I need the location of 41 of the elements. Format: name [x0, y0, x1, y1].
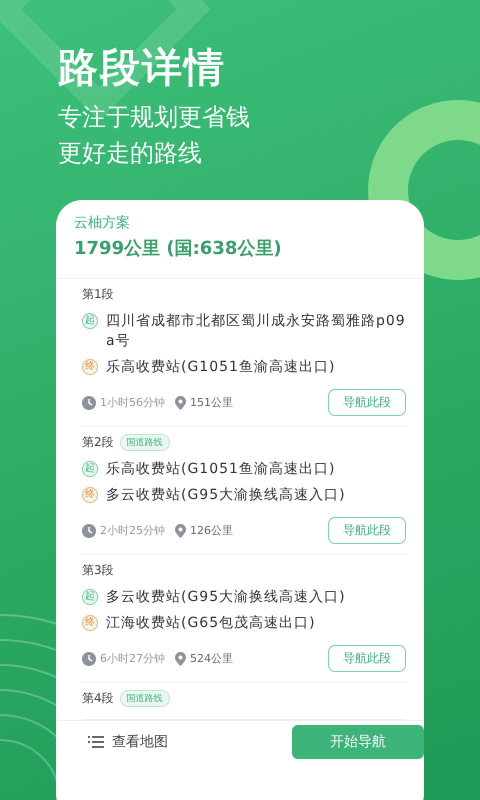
clock-icon [82, 524, 96, 538]
headline: 路段详情 [58, 44, 227, 93]
start-navigation-button[interactable]: 开始导航 [292, 725, 424, 759]
clock-icon [82, 652, 96, 666]
plan-summary: 1799公里 (国:638公里) [74, 237, 283, 260]
distance: 126公里 [190, 523, 233, 538]
plan-name: 云柚方案 [74, 214, 131, 232]
start-location: 四川省成都市北都区蜀川成永安路蜀雅路p09a号 [106, 312, 406, 351]
location-pin-icon [175, 652, 186, 666]
end-marker: 终 [82, 615, 98, 631]
clock-icon [82, 396, 96, 410]
end-location: 江海收费站(G65包茂高速出口) [106, 614, 316, 633]
end-location: 乐高收费站(G1051鱼渝高速出口) [106, 358, 336, 377]
view-map-link[interactable]: 查看地图 [112, 733, 168, 751]
duration: 6小时27分钟 [100, 651, 165, 666]
end-location: 多云收费站(G95大渝换线高速入口) [106, 486, 346, 505]
location-pin-icon [175, 524, 186, 538]
navigate-segment-button[interactable]: 导航此段 [328, 645, 406, 672]
end-marker: 终 [82, 359, 98, 375]
segment-label: 第1段 [82, 286, 114, 302]
route-tag: 国道路线 [120, 690, 170, 706]
start-location: 乐高收费站(G1051鱼渝高速出口) [106, 460, 336, 479]
segment-label: 第2段 [82, 434, 114, 450]
location-pin-icon [175, 396, 186, 410]
navigate-segment-button[interactable]: 导航此段 [328, 517, 406, 544]
subtitle: 专注于规划更省钱 [58, 102, 251, 133]
subtitle: 更好走的路线 [58, 138, 203, 169]
navigate-segment-button[interactable]: 导航此段 [328, 389, 406, 416]
duration: 1小时56分钟 [100, 395, 165, 410]
segment-label: 第3段 [82, 562, 114, 578]
end-marker: 终 [82, 487, 98, 503]
route-tag: 国道路线 [120, 434, 170, 450]
start-marker: 起 [82, 461, 98, 477]
duration: 2小时25分钟 [100, 523, 165, 538]
list-icon [88, 736, 104, 748]
start-location: 多云收费站(G95大渝换线高速入口) [106, 588, 346, 607]
distance: 151公里 [190, 395, 233, 410]
distance: 524公里 [190, 651, 233, 666]
segment-label: 第4段 [82, 690, 114, 706]
start-marker: 起 [82, 313, 98, 329]
start-marker: 起 [82, 589, 98, 605]
